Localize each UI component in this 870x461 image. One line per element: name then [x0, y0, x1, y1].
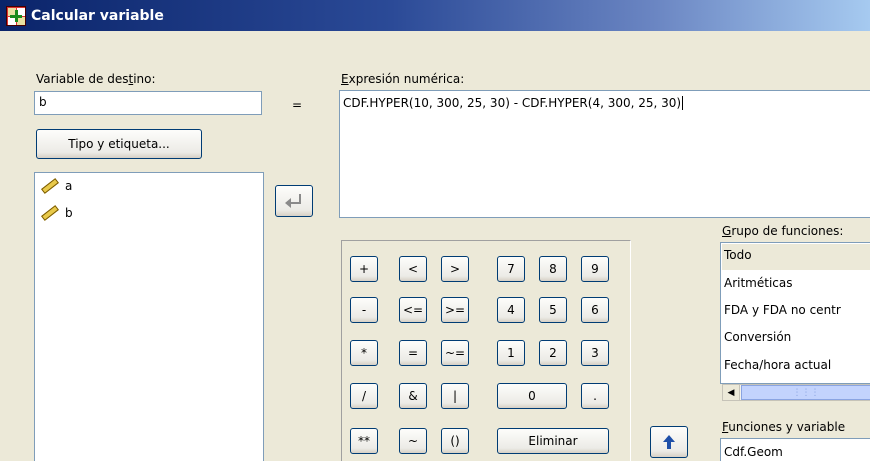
key-greater-or-equal[interactable]: >=: [441, 297, 469, 323]
key-9[interactable]: 9: [581, 256, 609, 282]
numeric-expression-textarea[interactable]: CDF.HYPER(10, 300, 25, 30) - CDF.HYPER(4…: [339, 90, 870, 218]
expression-text: CDF.HYPER(10, 300, 25, 30) - CDF.HYPER(4…: [343, 96, 682, 110]
key-power[interactable]: **: [350, 428, 378, 454]
insert-function-button[interactable]: [650, 426, 688, 458]
key-or[interactable]: |: [441, 383, 469, 409]
function-group-item[interactable]: FDA y FDA no centr: [722, 299, 870, 325]
variable-list[interactable]: a b: [34, 172, 264, 461]
return-arrow-icon: [285, 194, 301, 208]
key-1[interactable]: 1: [497, 340, 525, 366]
up-arrow-icon: [663, 435, 675, 449]
function-group-scrollbar[interactable]: ◀ ⋮⋮⋮: [722, 384, 870, 401]
ruler-icon: [39, 205, 59, 221]
key-not-equal[interactable]: ~=: [441, 340, 469, 366]
key-less-or-equal[interactable]: <=: [399, 297, 427, 323]
text-cursor: [682, 96, 687, 110]
key-minus[interactable]: -: [350, 297, 378, 323]
title-bar: Calcular variable: [0, 0, 870, 31]
function-item[interactable]: Cdf.Geom: [722, 441, 870, 461]
ruler-icon: [39, 178, 59, 194]
function-group-label: Grupo de funciones:: [722, 224, 844, 238]
key-greater-than[interactable]: >: [441, 256, 469, 282]
function-group-item[interactable]: Conversión: [722, 326, 870, 352]
function-group-item[interactable]: Fecha/hora actual: [722, 354, 870, 380]
window-title: Calcular variable: [31, 7, 164, 24]
key-3[interactable]: 3: [581, 340, 609, 366]
key-and[interactable]: &: [399, 383, 427, 409]
key-2[interactable]: 2: [539, 340, 567, 366]
variable-item-b[interactable]: b: [39, 205, 73, 221]
target-variable-input[interactable]: b: [34, 91, 262, 115]
key-equal[interactable]: =: [399, 340, 427, 366]
key-less-than[interactable]: <: [399, 256, 427, 282]
key-5[interactable]: 5: [539, 297, 567, 323]
function-group-item[interactable]: Aritméticas: [722, 272, 870, 298]
key-not[interactable]: ~: [399, 428, 427, 454]
functions-list[interactable]: Cdf.Geom: [720, 438, 870, 461]
key-7[interactable]: 7: [497, 256, 525, 282]
key-plus[interactable]: +: [350, 256, 378, 282]
scroll-left-icon[interactable]: ◀: [723, 385, 740, 400]
equals-sign: =: [292, 98, 303, 112]
keypad-panel: + < > 7 8 9 - <= >= 4 5 6 * = ~= 1 2 3 /…: [341, 240, 631, 461]
move-variable-button[interactable]: [275, 185, 313, 217]
variable-item-a[interactable]: a: [39, 178, 72, 194]
variable-name: b: [65, 206, 73, 220]
delete-button[interactable]: Eliminar: [497, 428, 609, 454]
key-divide[interactable]: /: [350, 383, 378, 409]
variable-name: a: [65, 179, 73, 193]
expression-label: Expresión numérica:: [341, 72, 465, 86]
key-8[interactable]: 8: [539, 256, 567, 282]
key-parentheses[interactable]: (): [441, 428, 469, 454]
scrollbar-thumb[interactable]: ⋮⋮⋮: [741, 385, 870, 400]
key-decimal[interactable]: .: [581, 383, 609, 409]
key-multiply[interactable]: *: [350, 340, 378, 366]
type-and-label-button[interactable]: Tipo y etiqueta...: [36, 129, 202, 159]
calculator-grid-icon: [6, 5, 26, 26]
key-4[interactable]: 4: [497, 297, 525, 323]
target-variable-label: Variable de destino:: [36, 72, 156, 86]
function-group-item[interactable]: Todo: [722, 244, 870, 270]
functions-label: Funciones y variable: [722, 420, 846, 434]
function-group-list[interactable]: Todo Aritméticas FDA y FDA no centr Conv…: [720, 242, 870, 384]
key-0[interactable]: 0: [497, 383, 567, 409]
key-6[interactable]: 6: [581, 297, 609, 323]
